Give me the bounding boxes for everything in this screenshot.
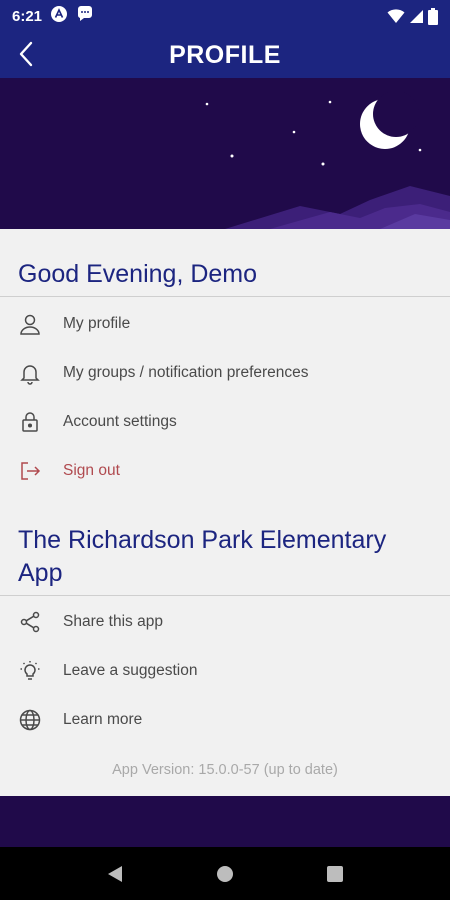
divider xyxy=(0,296,450,297)
system-navigation-bar xyxy=(0,847,450,900)
nav-home-button[interactable] xyxy=(205,854,245,894)
share-icon xyxy=(17,609,43,635)
chat-notification-icon xyxy=(76,5,94,27)
battery-icon xyxy=(428,7,438,25)
square-recents-icon xyxy=(327,865,343,882)
menu-item-share-app[interactable]: Share this app xyxy=(0,597,450,646)
circle-home-icon xyxy=(217,865,233,882)
globe-icon xyxy=(17,707,43,733)
nav-back-button[interactable] xyxy=(95,854,135,894)
lock-icon xyxy=(17,409,43,435)
menu-item-account-settings[interactable]: Account settings xyxy=(0,397,450,446)
app-bar: PROFILE xyxy=(0,32,450,78)
bottom-banner xyxy=(0,796,450,847)
menu-item-my-groups[interactable]: My groups / notification preferences xyxy=(0,348,450,397)
lightbulb-icon xyxy=(17,658,43,684)
bell-icon xyxy=(17,360,43,386)
menu-item-label: Sign out xyxy=(63,461,120,479)
divider xyxy=(0,595,450,596)
sign-out-icon xyxy=(17,458,43,484)
menu-item-label: My profile xyxy=(63,314,131,332)
status-time: 6:21 xyxy=(12,7,43,25)
app-section-heading: The Richardson Park Elementary App xyxy=(18,526,387,587)
wifi-icon xyxy=(387,8,405,24)
menu-item-leave-suggestion[interactable]: Leave a suggestion xyxy=(0,646,450,695)
signal-icon xyxy=(409,9,424,24)
menu-item-label: Account settings xyxy=(63,412,177,430)
app-version-text: App Version: 15.0.0-57 (up to date) xyxy=(112,762,338,778)
app-notification-icon xyxy=(50,5,68,27)
greeting-heading: Good Evening, Demo xyxy=(18,260,258,288)
profile-content: Good Evening, Demo My profile My groups … xyxy=(0,229,450,796)
triangle-back-icon xyxy=(108,865,122,882)
menu-item-label: Share this app xyxy=(63,612,163,630)
menu-item-label: Leave a suggestion xyxy=(63,661,198,679)
page-title: PROFILE xyxy=(169,40,281,69)
nav-recents-button[interactable] xyxy=(315,854,355,894)
menu-item-label: Learn more xyxy=(63,710,143,728)
menu-item-learn-more[interactable]: Learn more xyxy=(0,695,450,744)
menu-item-label: My groups / notification preferences xyxy=(63,363,309,381)
status-bar: 6:21 xyxy=(0,0,450,32)
night-sky-banner xyxy=(0,78,450,229)
person-icon xyxy=(17,311,43,337)
menu-item-sign-out[interactable]: Sign out xyxy=(0,446,450,495)
menu-item-my-profile[interactable]: My profile xyxy=(0,299,450,348)
